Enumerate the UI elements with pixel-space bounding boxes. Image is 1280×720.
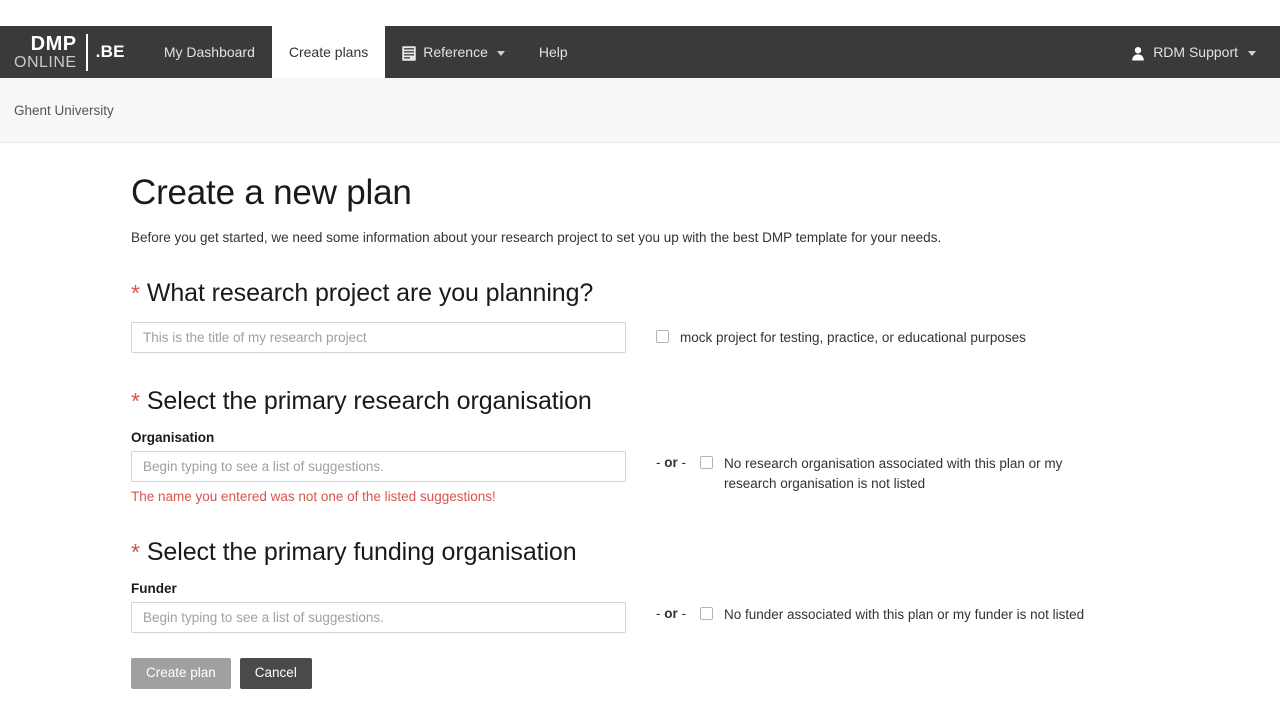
chevron-down-icon [1248, 51, 1256, 56]
no-funder-checkbox-label[interactable]: No funder associated with this plan or m… [724, 605, 1084, 625]
nav-item-label: Create plans [289, 44, 368, 60]
brand-logo-line1: DMP [14, 34, 77, 54]
top-spacer [0, 0, 1280, 26]
nav-item-create-plans[interactable]: Create plans [272, 26, 385, 78]
navbar-links: My Dashboard Create plans Reference Help [147, 26, 585, 78]
funder-field-label: Funder [131, 581, 626, 596]
section-heading-funder-label: Select the primary funding organisation [147, 538, 577, 566]
breadcrumb: Ghent University [14, 103, 114, 118]
section-heading-funder: * Select the primary funding organisation [131, 537, 1280, 567]
section-heading-organisation-label: Select the primary research organisation [147, 387, 592, 415]
create-plan-button[interactable]: Create plan [131, 658, 231, 689]
main-content: Create a new plan Before you get started… [0, 143, 1280, 689]
book-icon [402, 46, 416, 61]
page-intro-text: Before you get started, we need some inf… [131, 230, 1280, 245]
navbar-right: RDM Support [1131, 26, 1280, 78]
organisation-alt-wrapper: - or - No research organisation associat… [626, 430, 1104, 493]
form-actions: Create plan Cancel [131, 658, 1280, 689]
funder-or-separator: - or - [656, 605, 686, 621]
brand-logo-suffix: .BE [88, 42, 125, 62]
page-title: Create a new plan [131, 173, 1280, 213]
nav-item-label: Reference [423, 44, 488, 60]
funder-input[interactable] [131, 602, 626, 633]
no-funder-checkbox-group[interactable]: No funder associated with this plan or m… [700, 605, 1084, 625]
mock-project-checkbox-label[interactable]: mock project for testing, practice, or e… [680, 328, 1026, 348]
mock-project-checkbox-group[interactable]: mock project for testing, practice, or e… [656, 328, 1026, 348]
section-heading-project: * What research project are you planning? [131, 278, 1280, 308]
nav-item-help[interactable]: Help [522, 26, 585, 78]
organisation-field-wrapper: Organisation The name you entered was no… [131, 430, 626, 504]
no-funder-checkbox[interactable] [700, 607, 713, 620]
organisation-error-message: The name you entered was not one of the … [131, 489, 626, 504]
section-heading-organisation: * Select the primary research organisatio… [131, 386, 1280, 416]
organisation-or-separator: - or - [656, 454, 686, 470]
main-navbar: DMP ONLINE .BE My Dashboard Create plans… [0, 26, 1280, 78]
no-organisation-checkbox[interactable] [700, 456, 713, 469]
mock-project-wrapper: mock project for testing, practice, or e… [626, 322, 1026, 348]
user-icon [1131, 46, 1145, 61]
funder-alt-wrapper: - or - No funder associated with this pl… [626, 581, 1084, 625]
cancel-button[interactable]: Cancel [240, 658, 312, 689]
nav-item-reference[interactable]: Reference [385, 26, 522, 78]
nav-item-label: My Dashboard [164, 44, 255, 60]
funder-row: Funder - or - No funder associated with … [131, 581, 1280, 633]
section-heading-project-label: What research project are you planning? [147, 279, 593, 307]
funder-field-wrapper: Funder [131, 581, 626, 633]
project-row: mock project for testing, practice, or e… [131, 322, 1280, 353]
project-title-field-wrapper [131, 322, 626, 353]
nav-item-label: Help [539, 44, 568, 60]
required-asterisk: * [131, 388, 140, 414]
nav-item-my-dashboard[interactable]: My Dashboard [147, 26, 272, 78]
organisation-input[interactable] [131, 451, 626, 482]
breadcrumb-bar: Ghent University [0, 78, 1280, 143]
no-organisation-checkbox-label[interactable]: No research organisation associated with… [724, 454, 1104, 493]
brand-logo[interactable]: DMP ONLINE .BE [0, 26, 125, 78]
chevron-down-icon [497, 51, 505, 56]
no-organisation-checkbox-group[interactable]: No research organisation associated with… [700, 454, 1104, 493]
mock-project-checkbox[interactable] [656, 330, 669, 343]
brand-logo-line2: ONLINE [14, 55, 77, 71]
brand-logo-text: DMP ONLINE [14, 34, 88, 71]
organisation-row: Organisation The name you entered was no… [131, 430, 1280, 504]
required-asterisk: * [131, 280, 140, 306]
project-title-input[interactable] [131, 322, 626, 353]
organisation-field-label: Organisation [131, 430, 626, 445]
user-menu[interactable]: RDM Support [1131, 44, 1256, 60]
required-asterisk: * [131, 539, 140, 565]
user-menu-label: RDM Support [1153, 44, 1238, 60]
